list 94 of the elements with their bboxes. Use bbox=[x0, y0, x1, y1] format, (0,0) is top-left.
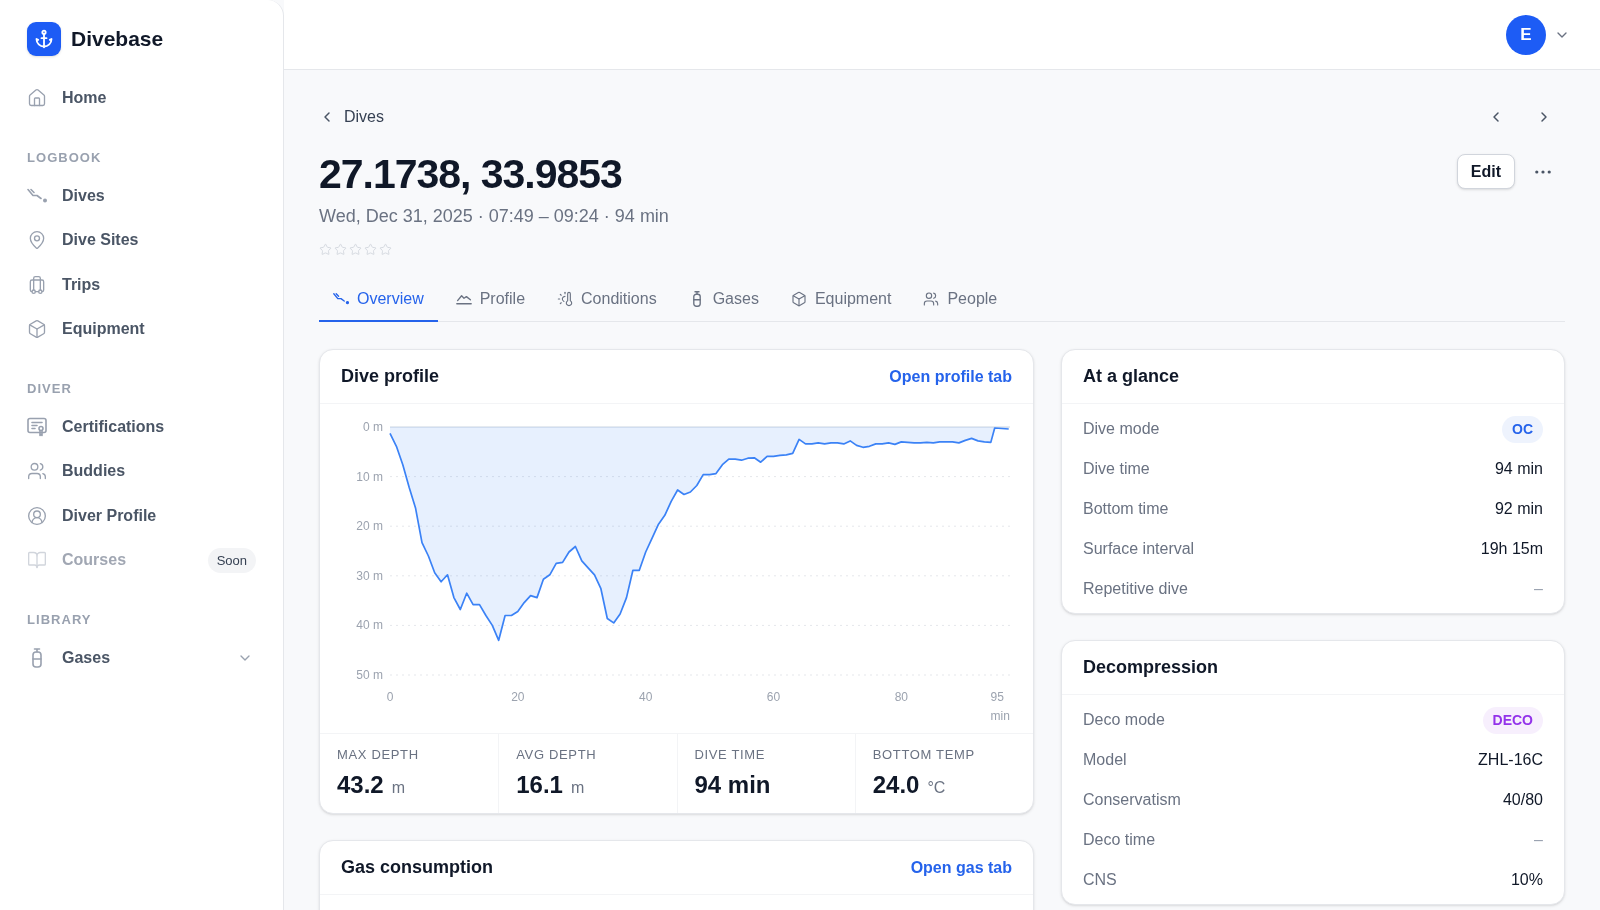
card-title: Decompression bbox=[1083, 656, 1219, 679]
stat-label: MAX DEPTH bbox=[337, 746, 419, 764]
stat-value: 24.0 bbox=[872, 770, 920, 800]
row-label: Bottom time bbox=[1083, 499, 1169, 519]
row-label: CNS bbox=[1083, 870, 1117, 890]
card-link[interactable]: Open profile tab bbox=[889, 364, 1012, 389]
star-icon[interactable] bbox=[379, 243, 392, 256]
nav-item[interactable]: Dive Sites bbox=[27, 223, 139, 258]
row-value: 94 min bbox=[1494, 459, 1543, 479]
edit-button[interactable]: Edit bbox=[1456, 154, 1515, 189]
card-title: Dive profile bbox=[341, 365, 440, 388]
tab[interactable]: Overview bbox=[319, 278, 438, 322]
stat-unit: m bbox=[391, 778, 406, 798]
tab[interactable]: Profile bbox=[441, 278, 540, 322]
axis-tick-label: 60 bbox=[766, 690, 781, 704]
luggage-icon bbox=[27, 274, 47, 295]
stat-value: 16.1 bbox=[516, 770, 563, 800]
tab[interactable]: Conditions bbox=[543, 278, 671, 322]
stat-unit: m bbox=[570, 778, 585, 798]
nav-item[interactable]: Certifications bbox=[27, 409, 165, 444]
brand-name: Divebase bbox=[71, 26, 164, 53]
row-label: Dive mode bbox=[1083, 419, 1160, 439]
card-link[interactable]: Open gas tab bbox=[910, 855, 1012, 880]
tab[interactable]: People bbox=[909, 278, 1012, 322]
card-title: At a glance bbox=[1083, 365, 1180, 388]
thermometer-sun-icon bbox=[557, 291, 574, 307]
diver-path-icon bbox=[333, 291, 349, 307]
section-label: LOGBOOK bbox=[27, 148, 102, 167]
dive-subtitle: Wed, Dec 31, 2025 · 07:49 – 09:24 · 94 min bbox=[319, 205, 669, 228]
stat-label: DIVE TIME bbox=[694, 746, 766, 764]
nav-item[interactable]: Buddies bbox=[27, 454, 126, 489]
users-icon bbox=[923, 291, 940, 307]
row-label: Model bbox=[1083, 750, 1127, 770]
tab[interactable]: Equipment bbox=[776, 278, 906, 322]
section-label: DIVER bbox=[27, 379, 72, 398]
row-label: Deco time bbox=[1083, 830, 1156, 850]
axis-tick-label: 40 bbox=[639, 690, 653, 704]
stat-value: 43.2 bbox=[337, 770, 384, 800]
nav-item[interactable]: Gases bbox=[27, 640, 111, 675]
map-pin-icon bbox=[27, 230, 47, 251]
page-title: 27.1738, 33.9853 bbox=[319, 150, 622, 198]
row-value: ZHL-16C bbox=[1478, 750, 1543, 770]
row-value: 19h 15m bbox=[1480, 539, 1543, 559]
card-title: Gas consumption bbox=[341, 856, 493, 879]
axis-tick-label: 40 m bbox=[356, 618, 383, 633]
section-label: LIBRARY bbox=[27, 610, 92, 629]
axis-tick-label: 0 bbox=[386, 690, 394, 704]
book-icon bbox=[27, 550, 47, 571]
axis-unit-label: min bbox=[990, 709, 1010, 723]
stat-unit: °C bbox=[927, 778, 946, 798]
axis-tick-label: 95 bbox=[990, 690, 1004, 704]
star-icon[interactable] bbox=[364, 243, 377, 256]
row-label: Deco mode bbox=[1083, 710, 1165, 730]
stat-value: 94 min bbox=[694, 770, 771, 800]
axis-tick-label: 30 m bbox=[356, 568, 383, 583]
row-value: – bbox=[1534, 830, 1543, 850]
row-label: Conservatism bbox=[1083, 790, 1181, 810]
axis-tick-label: 10 m bbox=[356, 469, 383, 484]
star-icon[interactable] bbox=[349, 243, 362, 256]
nav-item[interactable]: Home bbox=[27, 81, 107, 116]
status-badge: OC bbox=[1502, 415, 1543, 443]
home-icon bbox=[27, 88, 47, 109]
nav-item[interactable]: Diver Profile bbox=[27, 498, 157, 533]
axis-tick-label: 80 bbox=[894, 690, 908, 704]
nav-item[interactable]: Equipment bbox=[27, 312, 145, 347]
row-value: 10% bbox=[1510, 870, 1543, 890]
status-badge: DECO bbox=[1482, 706, 1543, 734]
user-circle-icon bbox=[27, 505, 47, 526]
axis-tick-label: 20 bbox=[511, 690, 525, 704]
more-icon bbox=[1535, 169, 1551, 174]
soon-badge: Soon bbox=[207, 547, 256, 573]
nav-item[interactable]: Trips bbox=[27, 267, 101, 302]
stat-label: BOTTOM TEMP bbox=[872, 746, 975, 764]
row-label: Repetitive dive bbox=[1083, 579, 1188, 599]
axis-tick-label: 20 m bbox=[356, 519, 383, 534]
row-label: Surface interval bbox=[1083, 539, 1195, 559]
user-avatar[interactable]: E bbox=[1506, 14, 1546, 55]
star-icon[interactable] bbox=[319, 243, 332, 256]
box-icon bbox=[27, 319, 47, 340]
star-icon[interactable] bbox=[334, 243, 347, 256]
axis-tick-label: 50 m bbox=[356, 668, 383, 682]
back-link[interactable]: Dives bbox=[319, 105, 384, 129]
row-label: Dive time bbox=[1083, 459, 1150, 479]
row-value: 92 min bbox=[1494, 499, 1543, 519]
tab[interactable]: Gases bbox=[674, 278, 773, 322]
row-value: – bbox=[1534, 579, 1543, 599]
axis-tick-label: 0 m bbox=[363, 420, 383, 434]
anchor-logo-icon bbox=[27, 22, 61, 56]
row-value: 40/80 bbox=[1502, 790, 1543, 810]
nav-item[interactable]: Dives bbox=[27, 178, 105, 213]
box-icon bbox=[790, 291, 807, 307]
certificate-icon bbox=[27, 416, 47, 437]
stat-label: AVG DEPTH bbox=[516, 746, 597, 764]
users-icon bbox=[27, 461, 47, 482]
